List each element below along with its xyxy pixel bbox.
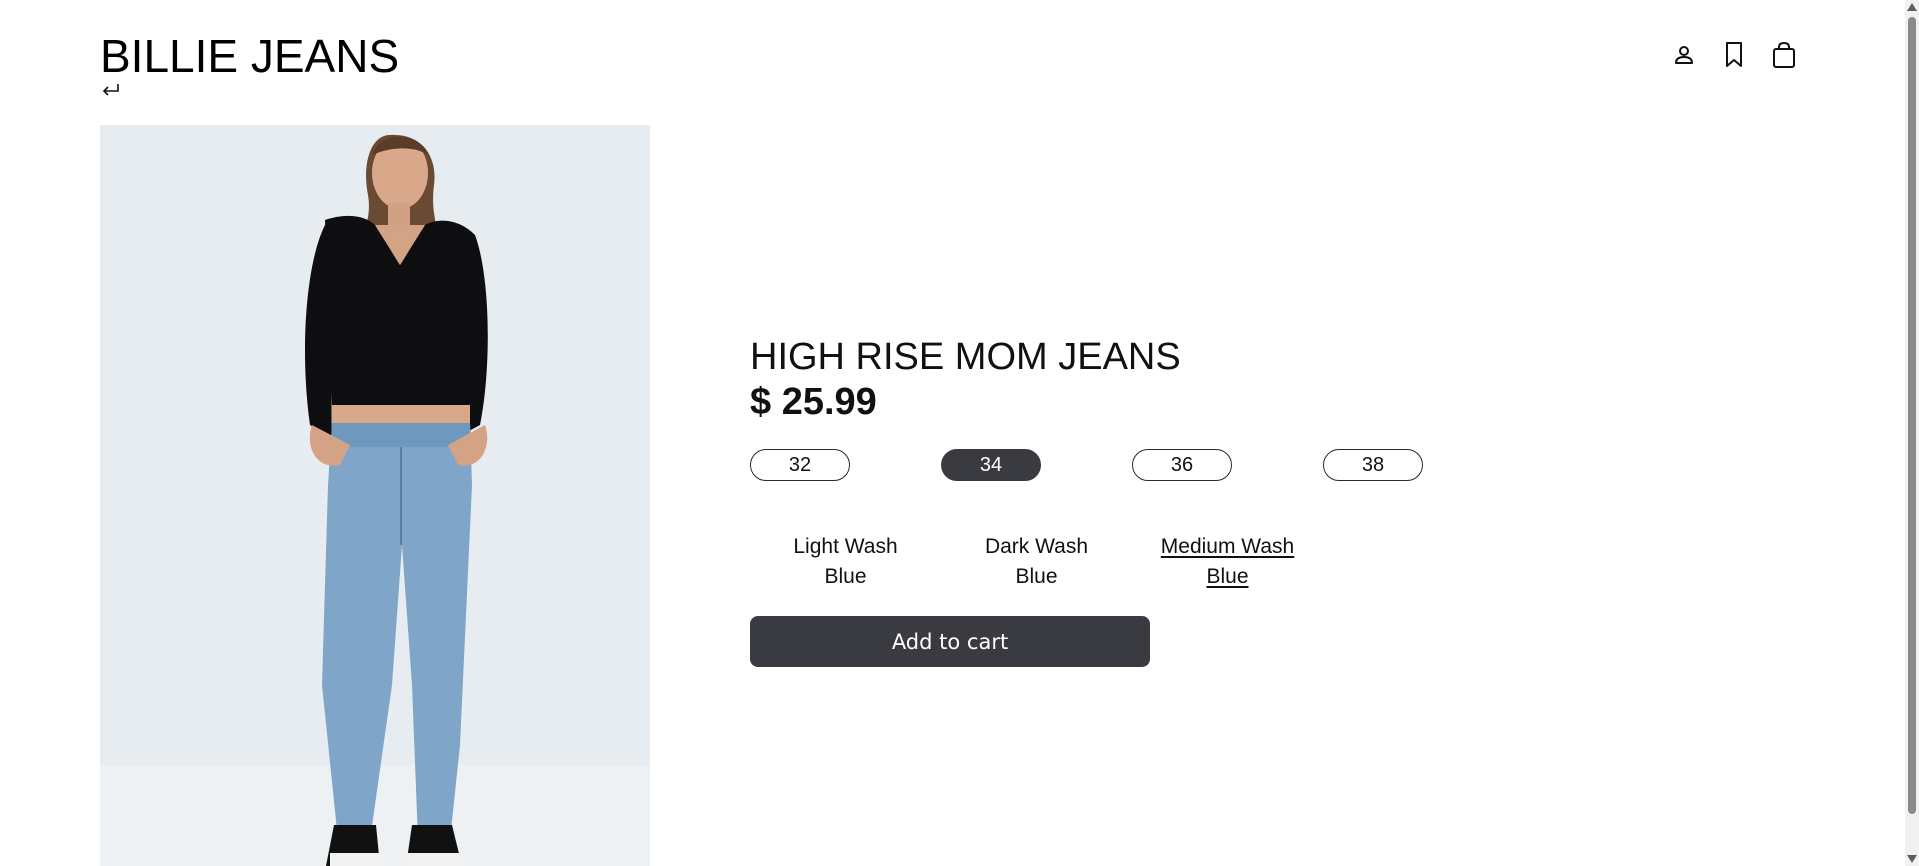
product-page: BILLIE JEANS HIGH RISE MOM JEANS $ 25.99… xyxy=(0,0,1919,866)
color-option-light-wash-blue[interactable]: Light Wash Blue xyxy=(750,532,941,592)
color-option-dark-wash-blue[interactable]: Dark Wash Blue xyxy=(941,532,1132,592)
product-image xyxy=(100,125,650,866)
size-option-38[interactable]: 38 xyxy=(1323,449,1423,481)
color-option-label: Dark Wash Blue xyxy=(984,535,1089,588)
color-option-medium-wash-blue[interactable]: Medium Wash Blue xyxy=(1132,532,1323,592)
bookmark-icon[interactable] xyxy=(1720,40,1748,70)
product-price: $ 25.99 xyxy=(750,381,877,423)
return-arrow-icon[interactable] xyxy=(100,80,122,102)
size-option-32[interactable]: 32 xyxy=(750,449,850,481)
user-icon[interactable] xyxy=(1670,40,1698,70)
scroll-down-arrow-icon[interactable] xyxy=(1907,855,1917,863)
add-to-cart-button[interactable]: Add to cart xyxy=(750,616,1150,667)
shopping-bag-icon[interactable] xyxy=(1770,40,1798,70)
product-title: HIGH RISE MOM JEANS xyxy=(750,336,1181,378)
vertical-scrollbar[interactable] xyxy=(1905,0,1919,866)
color-option-label: Light Wash Blue xyxy=(793,535,898,588)
size-option-36[interactable]: 36 xyxy=(1132,449,1232,481)
scroll-up-arrow-icon[interactable] xyxy=(1907,3,1917,11)
scrollbar-thumb[interactable] xyxy=(1908,17,1916,814)
header-actions xyxy=(1670,40,1798,70)
size-option-34[interactable]: 34 xyxy=(941,449,1041,481)
brand-logo[interactable]: BILLIE JEANS xyxy=(100,26,399,86)
color-selector: Light Wash Blue Dark Wash Blue Medium Wa… xyxy=(750,532,1323,592)
color-option-label: Medium Wash Blue xyxy=(1160,535,1295,588)
size-selector: 32 34 36 38 xyxy=(750,449,1423,481)
